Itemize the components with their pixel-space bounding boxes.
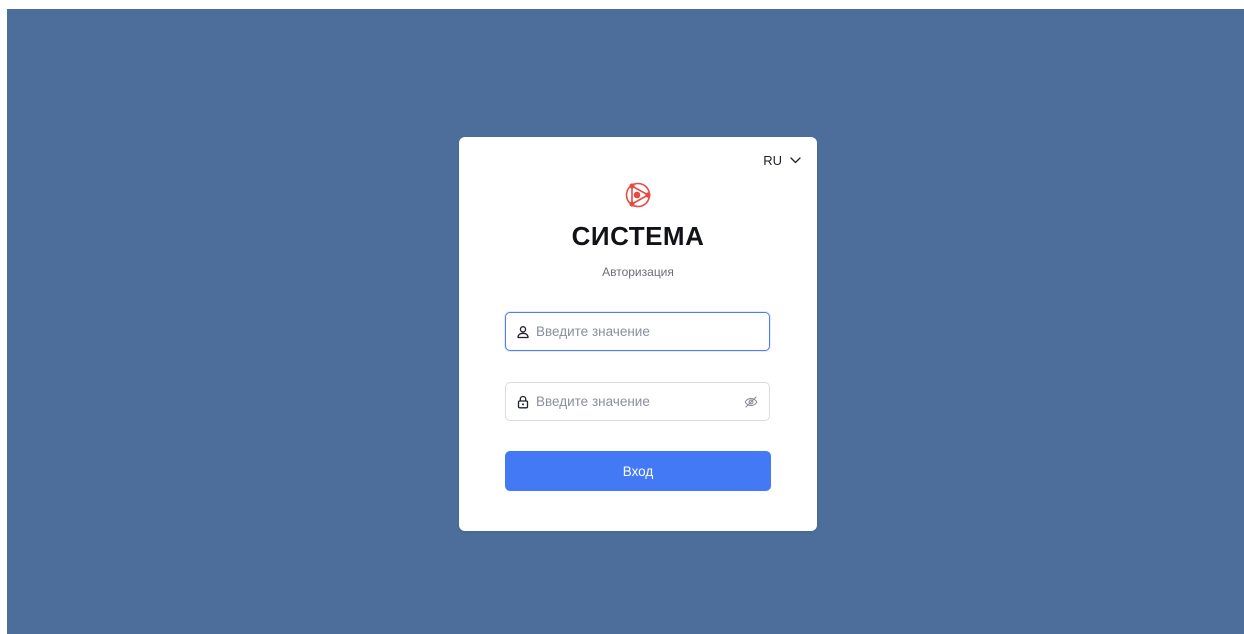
chevron-down-icon [790, 157, 801, 164]
username-field[interactable] [505, 312, 770, 351]
language-label: RU [763, 153, 782, 168]
lock-icon [516, 395, 530, 409]
eye-off-icon[interactable] [743, 394, 759, 410]
password-field[interactable] [505, 382, 770, 421]
language-selector[interactable]: RU [763, 153, 801, 168]
password-input[interactable] [536, 394, 743, 409]
brand-logo-icon [620, 177, 656, 213]
page-background: RU СИСТЕМА Авторизация Введите значение … [7, 9, 1244, 634]
login-button[interactable]: Вход [505, 451, 771, 491]
brand-name: СИСТЕМА [571, 221, 705, 251]
username-input[interactable] [536, 324, 759, 339]
user-icon [516, 325, 530, 339]
login-card: RU СИСТЕМА Авторизация Введите значение … [459, 137, 817, 531]
page-subtitle: Авторизация [602, 265, 674, 279]
